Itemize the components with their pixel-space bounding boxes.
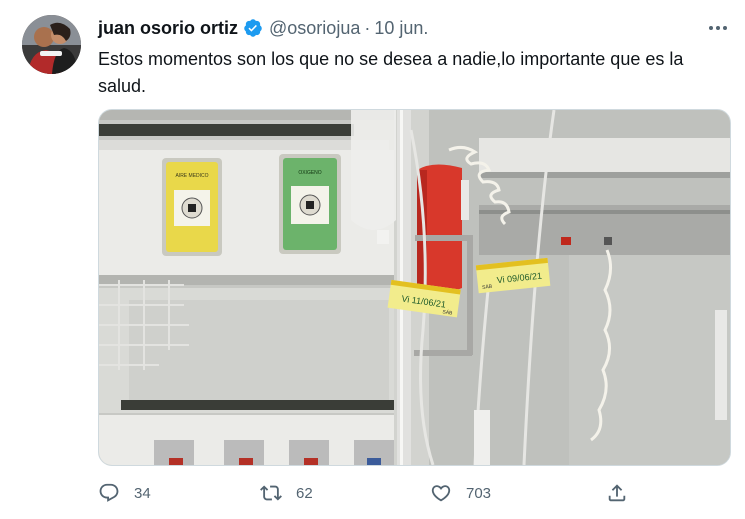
author-name[interactable]: juan osorio ortiz xyxy=(98,18,238,39)
tweet-header: juan osorio ortiz @osoriojua · 10 jun. xyxy=(98,16,428,40)
reply-button[interactable]: 34 xyxy=(98,478,151,508)
tweet-photo[interactable]: AIRE MEDICO OXIGENO Vi 11/06/21 SÁB Vi 0… xyxy=(98,109,731,466)
panel-right-label: OXIGENO xyxy=(298,170,321,176)
retweet-icon xyxy=(260,485,282,501)
like-button[interactable]: 703 xyxy=(430,478,491,508)
tweet-actions: 34 62 703 xyxy=(98,478,658,508)
share-icon xyxy=(608,484,626,502)
tag-right-side: SÁB xyxy=(482,283,493,291)
tweet-text: Estos momentos son los que no se desea a… xyxy=(98,49,684,96)
panel-left-label: AIRE MEDICO xyxy=(175,173,208,179)
reply-icon xyxy=(99,483,119,502)
reply-count: 34 xyxy=(134,484,151,502)
tweet-date[interactable]: 10 jun. xyxy=(374,18,428,39)
tweet[interactable]: juan osorio ortiz @osoriojua · 10 jun. E… xyxy=(0,0,745,519)
avatar[interactable] xyxy=(22,15,81,74)
more-options-icon[interactable] xyxy=(706,18,730,38)
verified-badge-icon xyxy=(243,18,263,38)
separator-dot: · xyxy=(364,17,371,38)
heart-icon xyxy=(431,485,451,502)
like-count: 703 xyxy=(466,484,492,502)
retweet-button[interactable]: 62 xyxy=(260,478,313,508)
author-handle[interactable]: @osoriojua xyxy=(269,18,360,39)
retweet-count: 62 xyxy=(296,484,313,502)
share-button[interactable] xyxy=(606,478,628,508)
tag-left-side: SÁB xyxy=(442,308,454,316)
